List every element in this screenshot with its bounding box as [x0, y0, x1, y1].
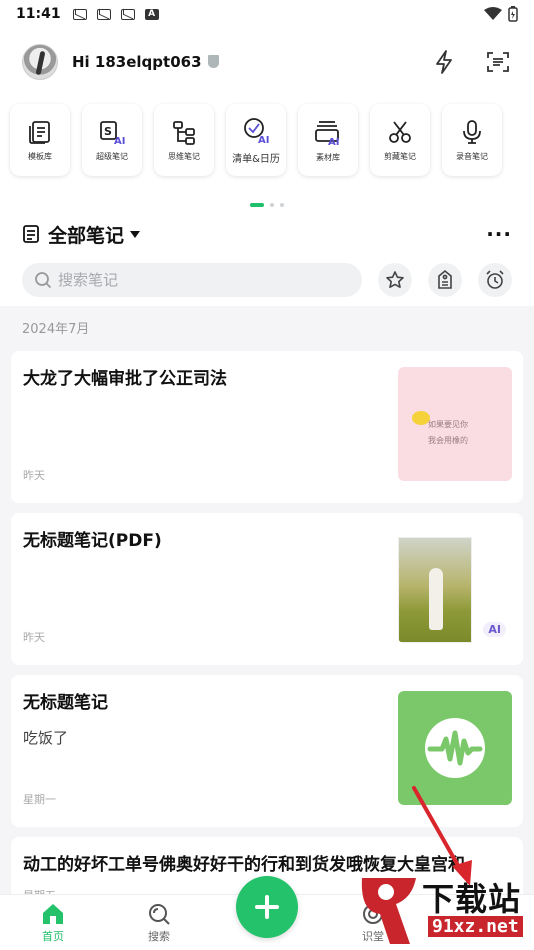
date-group-label: 2024年7月 [22, 322, 90, 337]
search-icon [35, 272, 52, 289]
super-note-ai-icon: SAI [100, 120, 125, 145]
more-options-button[interactable]: ··· [486, 222, 512, 246]
tool-template-library[interactable]: 模板库 [10, 104, 70, 176]
favorites-button[interactable] [378, 263, 412, 297]
svg-text:S: S [104, 125, 112, 138]
section-header: 全部笔记 ··· [0, 214, 534, 254]
watermark-url: 91xz.net [428, 916, 523, 937]
alarm-clock-icon [486, 270, 504, 289]
note-date: 昨天 [23, 631, 45, 644]
notes-icon [23, 225, 39, 243]
watermark-text: 下载站 [422, 880, 522, 918]
note-title: 无标题笔记 [23, 693, 108, 713]
search-icon [149, 904, 170, 925]
note-title: 大龙了大幅审批了公正司法 [23, 369, 227, 389]
nav-home[interactable]: 首页 [0, 902, 106, 950]
clip-scissors-icon [389, 120, 411, 143]
tool-row: 模板库 S AI 超级笔记 思维笔记 AI 清单&日历 AI 素材库 剪藏笔记 录… [0, 96, 534, 196]
tool-clip-note[interactable]: 剪藏笔记 [370, 104, 430, 176]
svg-text:AI: AI [114, 136, 125, 145]
template-library-icon [29, 120, 50, 144]
tool-checklist-calendar[interactable]: AI 清单&日历 [226, 104, 286, 176]
microphone-icon [463, 119, 481, 144]
svg-text:AI: AI [258, 135, 269, 144]
tool-voice-note[interactable]: 录音笔记 [442, 104, 502, 176]
home-icon [43, 904, 63, 924]
pdf-page-preview [398, 537, 472, 643]
caret-down-icon[interactable] [130, 230, 141, 238]
tag-button[interactable] [428, 263, 462, 297]
pager-dot[interactable] [270, 203, 274, 207]
note-date: 星期一 [23, 793, 56, 806]
note-thumbnail: 如果要见你 我会用橡的 [398, 367, 512, 481]
annotation-arrow [412, 786, 472, 886]
note-date: 昨天 [23, 469, 45, 482]
watermark-logo-icon [361, 878, 416, 944]
tool-label: 模板库 [28, 151, 52, 161]
pager-dot[interactable] [280, 203, 284, 207]
lightning-icon [436, 50, 452, 74]
tool-label: 剪藏笔记 [384, 151, 416, 161]
avatar[interactable] [22, 44, 58, 80]
nav-label: 首页 [42, 930, 64, 943]
app-a-icon: A [144, 8, 159, 20]
username[interactable]: Hi 183elqpt063 [72, 53, 219, 71]
mail-icon [96, 8, 111, 20]
status-bar: 11:41 A [0, 0, 534, 28]
tool-label: 清单&日历 [232, 153, 280, 165]
add-note-button[interactable] [236, 876, 298, 938]
tag-icon [438, 269, 452, 289]
mind-map-icon [173, 120, 195, 145]
reminder-button[interactable] [478, 263, 512, 297]
tool-label: 思维笔记 [168, 151, 200, 161]
tool-label: 录音笔记 [456, 151, 488, 161]
plus-icon [255, 895, 279, 919]
person-figure [429, 568, 443, 630]
search-box[interactable] [22, 263, 362, 297]
tool-label: 素材库 [316, 152, 340, 162]
wifi-icon [484, 7, 502, 20]
note-title: 无标题笔记(PDF) [23, 531, 162, 551]
mail-icon [120, 8, 135, 20]
tool-label: 超级笔记 [96, 151, 128, 161]
svg-text:AI: AI [328, 137, 339, 146]
pager-dot-active[interactable] [250, 203, 264, 207]
tool-pager [0, 196, 534, 214]
checklist-calendar-ai-icon: AI [244, 117, 269, 144]
search-row [0, 254, 534, 306]
thumbnail-text: 如果要见你 我会用橡的 [428, 417, 468, 449]
nav-search[interactable]: 搜索 [106, 902, 212, 950]
thumbnail-line: 我会用橡的 [428, 436, 468, 445]
material-library-ai-icon: AI [315, 120, 339, 146]
nav-label: 搜索 [148, 930, 170, 943]
watermark: 下载站 91xz.net [356, 874, 532, 948]
thumbnail-line: 如果要见你 [428, 420, 468, 429]
scan-icon [487, 52, 509, 72]
battery-icon [508, 6, 518, 22]
all-notes-dropdown[interactable]: 全部笔记 [48, 221, 124, 248]
mail-icon [72, 8, 87, 20]
header: Hi 183elqpt063 [0, 28, 534, 96]
search-input[interactable] [58, 271, 318, 289]
note-card[interactable]: 大龙了大幅审批了公正司法 昨天 如果要见你 我会用橡的 [11, 351, 523, 503]
username-text: Hi 183elqpt063 [72, 53, 202, 71]
star-icon [386, 271, 404, 288]
tool-mind-map[interactable]: 思维笔记 [154, 104, 214, 176]
status-time: 11:41 [16, 6, 61, 22]
scan-button[interactable] [484, 48, 512, 76]
ai-badge: AI [483, 622, 506, 637]
tool-super-note[interactable]: S AI 超级笔记 [82, 104, 142, 176]
note-thumbnail: AI [398, 529, 512, 643]
vip-badge-icon [207, 55, 219, 68]
lightning-button[interactable] [430, 48, 458, 76]
tool-material-library[interactable]: AI 素材库 [298, 104, 358, 176]
note-card[interactable]: 无标题笔记(PDF) 昨天 AI [11, 513, 523, 665]
